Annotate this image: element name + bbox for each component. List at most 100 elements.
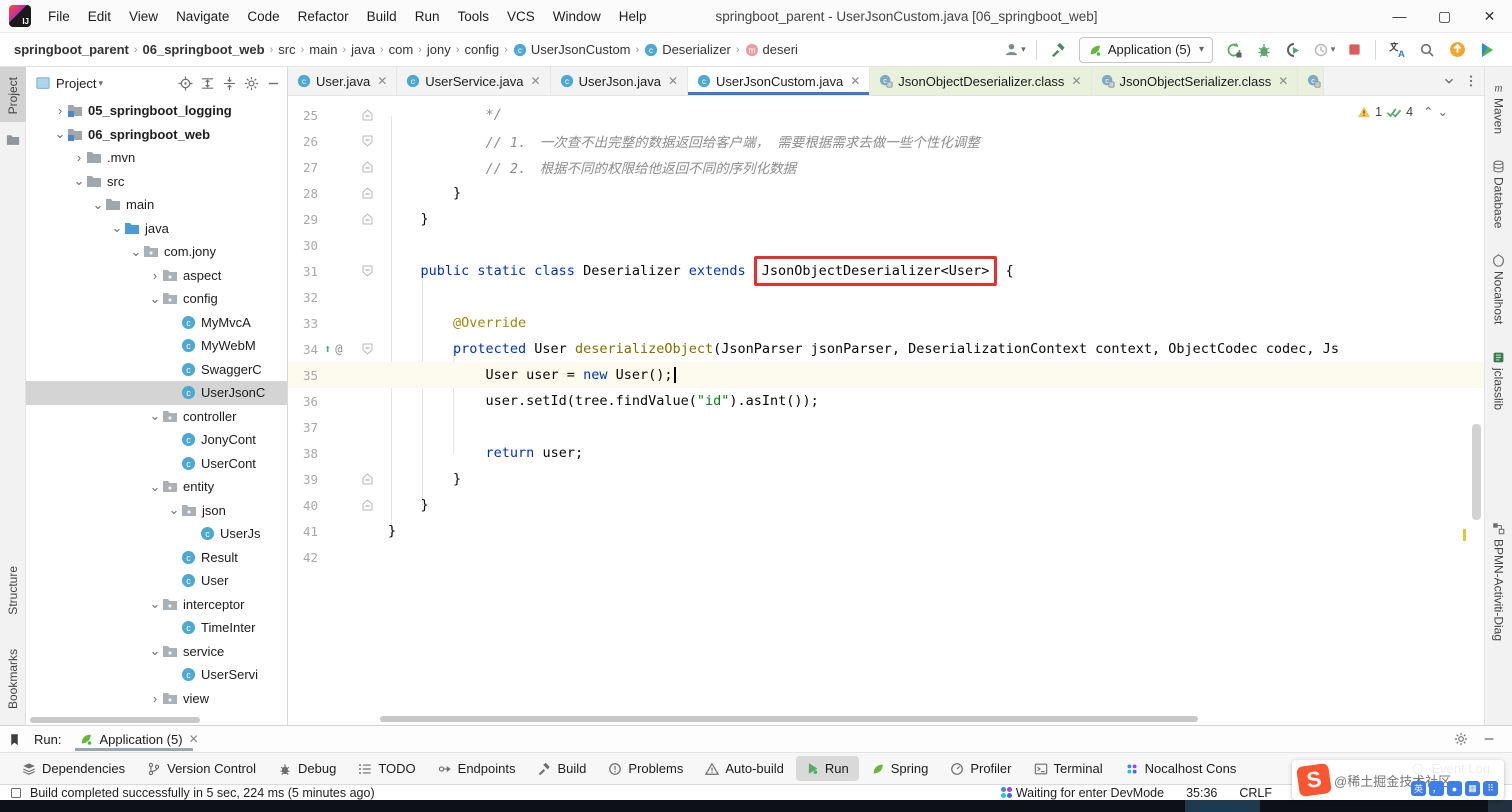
- fold-marker-icon[interactable]: [358, 213, 376, 225]
- tree-toggle-icon[interactable]: ⌄: [167, 502, 181, 518]
- breadcrumb-item[interactable]: springboot_parent: [14, 42, 129, 57]
- breadcrumb-item[interactable]: com: [389, 42, 414, 57]
- code-line-40[interactable]: 40}: [288, 492, 1484, 518]
- run-panel-hide-icon[interactable]: [1482, 732, 1496, 746]
- tab-close-icon[interactable]: ✕: [850, 74, 860, 88]
- tree-item-usercont[interactable]: c UserCont: [26, 452, 287, 476]
- tree-item-service[interactable]: ⌄ service: [26, 640, 287, 664]
- breadcrumb-item[interactable]: java: [351, 42, 375, 57]
- maximize-button[interactable]: ▢: [1422, 0, 1467, 32]
- tool-strip-maven[interactable]: m Maven: [1492, 81, 1506, 134]
- project-panel-title[interactable]: Project: [56, 76, 96, 91]
- toolwindow-run[interactable]: Run: [795, 756, 859, 781]
- tree-item-userjs[interactable]: c UserJs: [26, 522, 287, 546]
- run-tab-application[interactable]: Application (5) ✕: [75, 726, 202, 752]
- project-panel-hscrollbar[interactable]: [30, 717, 200, 723]
- menu-tools[interactable]: Tools: [448, 0, 498, 33]
- fold-marker-icon[interactable]: [358, 499, 376, 511]
- tree-toggle-icon[interactable]: ›: [53, 103, 67, 118]
- menu-code[interactable]: Code: [238, 0, 288, 33]
- breadcrumb-item[interactable]: 06_springboot_web: [143, 42, 265, 57]
- fold-marker-icon[interactable]: [358, 265, 376, 277]
- tree-item-java[interactable]: ⌄ java: [26, 217, 287, 241]
- editor-hscrollbar[interactable]: [380, 716, 1198, 722]
- tool-strip-project[interactable]: Project: [0, 67, 26, 123]
- code-line-32[interactable]: 32: [288, 284, 1484, 310]
- inspection-widget[interactable]: 1 4 ⌃ ⌄: [1357, 104, 1448, 119]
- stop-icon[interactable]: [1341, 37, 1367, 63]
- tree-item-timeinter[interactable]: c TimeInter: [26, 616, 287, 640]
- fold-marker-icon[interactable]: [358, 343, 376, 355]
- fold-marker-icon[interactable]: [358, 109, 376, 121]
- code-line-27[interactable]: 27 // 2． 根据不同的权限给他返回不同的序列化数据: [288, 154, 1484, 180]
- tabs-more-icon[interactable]: [1464, 74, 1478, 88]
- menu-build[interactable]: Build: [358, 0, 406, 33]
- tree-toggle-icon[interactable]: ›: [148, 268, 162, 283]
- breadcrumb-item[interactable]: c UserJsonCustom: [513, 42, 631, 57]
- menu-edit[interactable]: Edit: [79, 0, 120, 33]
- rerun-icon[interactable]: [1221, 37, 1247, 63]
- tree-toggle-icon[interactable]: ⌄: [110, 220, 124, 236]
- tree-toggle-icon[interactable]: ›: [72, 150, 86, 165]
- tree-item--mvn[interactable]: › .mvn: [26, 146, 287, 170]
- tool-strip-database[interactable]: Database: [1492, 160, 1506, 228]
- collapse-all-icon[interactable]: [222, 76, 237, 91]
- hide-panel-icon[interactable]: [266, 76, 281, 91]
- run-coverage-icon[interactable]: [1281, 37, 1307, 63]
- tree-toggle-icon[interactable]: ⌄: [72, 173, 86, 189]
- tree-item-jonycont[interactable]: c JonyCont: [26, 428, 287, 452]
- tree-item-config[interactable]: ⌄ config: [26, 287, 287, 311]
- tree-item-userjsonc[interactable]: c UserJsonC: [26, 381, 287, 405]
- user-account-icon[interactable]: ▾: [1002, 37, 1028, 63]
- editor-tab[interactable]: c User.java ✕: [288, 67, 398, 95]
- debug-icon[interactable]: [1251, 37, 1277, 63]
- profiler-icon[interactable]: ▾: [1311, 37, 1337, 63]
- translate-icon[interactable]: A: [1384, 37, 1410, 63]
- tree-item-result[interactable]: c Result: [26, 546, 287, 570]
- tab-close-icon[interactable]: ✕: [1278, 74, 1288, 88]
- code-line-41[interactable]: 41}: [288, 518, 1484, 544]
- tab-close-icon[interactable]: ✕: [377, 74, 387, 88]
- breadcrumb-item[interactable]: c Deserializer: [644, 42, 731, 57]
- tree-toggle-icon[interactable]: ⌄: [148, 479, 162, 495]
- menu-navigate[interactable]: Navigate: [167, 0, 238, 33]
- tree-toggle-icon[interactable]: ›: [148, 691, 162, 706]
- tabs-chevron-down-icon[interactable]: [1442, 74, 1456, 88]
- toolwindow-build[interactable]: Build: [527, 756, 596, 781]
- tree-item-userservi[interactable]: c UserServi: [26, 663, 287, 687]
- breadcrumb-item[interactable]: src: [278, 42, 295, 57]
- tree-toggle-icon[interactable]: ⌄: [148, 291, 162, 307]
- warning-stripe-mark[interactable]: [1463, 529, 1466, 541]
- tree-item-user[interactable]: c User: [26, 569, 287, 593]
- expand-all-icon[interactable]: [200, 76, 215, 91]
- build-hammer-icon[interactable]: [1045, 37, 1071, 63]
- search-everywhere-icon[interactable]: [1414, 37, 1440, 63]
- code-line-31[interactable]: 31 public static class Deserializer exten…: [288, 256, 1484, 286]
- toolwindow-dependencies[interactable]: Dependencies: [12, 756, 135, 781]
- code-line-42[interactable]: 42: [288, 544, 1484, 570]
- code-line-35[interactable]: 35 User user = new User();: [288, 362, 1484, 388]
- toolwindow-debug[interactable]: Debug: [268, 756, 346, 781]
- line-separator[interactable]: CRLF: [1239, 786, 1272, 800]
- editor-tab[interactable]: c UserService.java ✕: [397, 67, 551, 95]
- toolwindow-spring[interactable]: Spring: [861, 756, 939, 781]
- tool-strip-bookmarks[interactable]: Bookmarks: [0, 639, 26, 717]
- tree-item-controller[interactable]: ⌄ controller: [26, 405, 287, 429]
- code-editor[interactable]: 25 */ 26 // 1． 一次查不出完整的数据返回给客户端， 需要根据需求去做一些…: [288, 96, 1484, 725]
- code-line-30[interactable]: 30: [288, 232, 1484, 258]
- devmode-status[interactable]: Waiting for enter DevMode: [1000, 786, 1164, 800]
- plugin-play-icon[interactable]: [1474, 37, 1500, 63]
- tree-item-com-jony[interactable]: ⌄ com.jony: [26, 240, 287, 264]
- tab-close-icon[interactable]: ✕: [531, 74, 541, 88]
- menu-file[interactable]: File: [39, 0, 79, 33]
- tree-item-mywebm[interactable]: c MyWebM: [26, 334, 287, 358]
- menu-view[interactable]: View: [120, 0, 167, 33]
- fold-marker-icon[interactable]: [358, 161, 376, 173]
- prev-problem-icon[interactable]: ⌃: [1423, 104, 1433, 119]
- tree-item-05-springboot-logging[interactable]: › 05_springboot_logging: [26, 99, 287, 123]
- tree-item-interceptor[interactable]: ⌄ interceptor: [26, 593, 287, 617]
- code-line-34[interactable]: 34 ⬆ @ protected User deserializeObject(Jso…: [288, 336, 1484, 362]
- breadcrumb-item[interactable]: m deseri: [745, 42, 798, 57]
- breadcrumb-item[interactable]: jony: [427, 42, 451, 57]
- tree-toggle-icon[interactable]: ⌄: [53, 126, 67, 142]
